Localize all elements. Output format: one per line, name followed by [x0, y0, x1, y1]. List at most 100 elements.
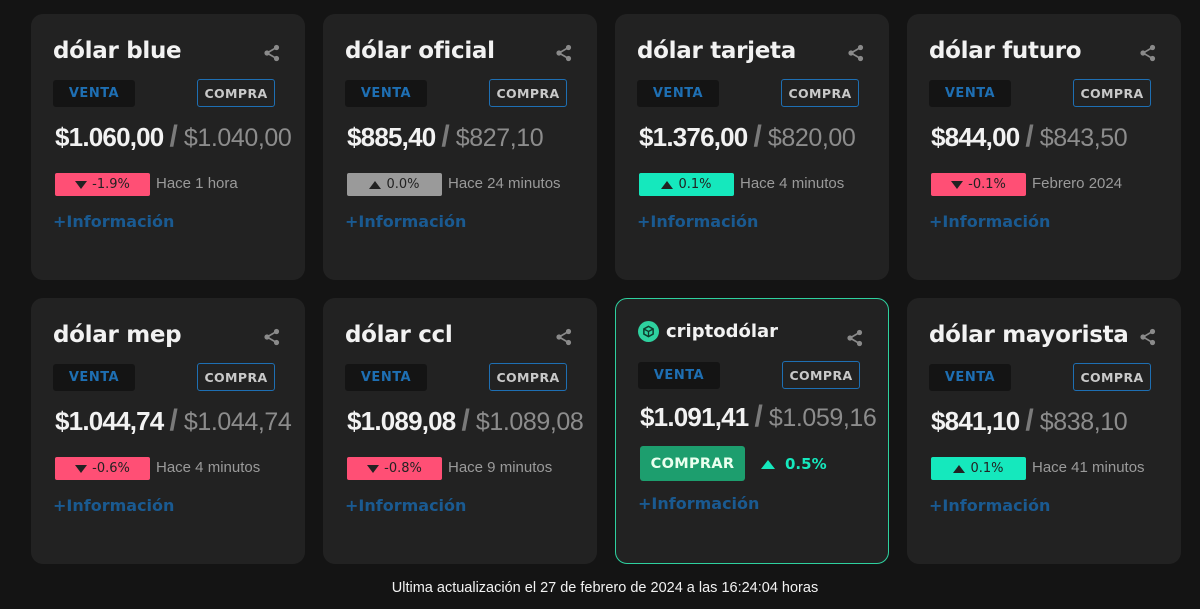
card-title-text: criptodólar — [666, 321, 779, 342]
compra-price: $1.040,00 — [183, 124, 292, 152]
venta-price: $1.091,41 — [640, 402, 749, 432]
venta-button[interactable]: VENTA — [53, 364, 135, 391]
more-info-link[interactable]: +Información — [638, 494, 759, 513]
compra-price: $827,10 — [455, 124, 544, 152]
venta-price: $1.089,08 — [347, 406, 456, 436]
more-info-link[interactable]: +Información — [53, 212, 174, 231]
card-dolar-tarjeta: dólar tarjeta VENTA COMPRA $1.376,00/$82… — [615, 14, 889, 280]
share-icon[interactable] — [846, 329, 864, 347]
share-icon[interactable] — [1139, 328, 1157, 346]
update-time: Hace 24 minutos — [448, 175, 561, 192]
compra-button[interactable]: COMPRA — [1073, 363, 1151, 391]
cube-icon — [638, 321, 659, 342]
share-icon[interactable] — [1139, 44, 1157, 62]
card-title: dólar oficial — [345, 38, 495, 64]
card-dolar-futuro: dólar futuro VENTA COMPRA $844,00/$843,5… — [907, 14, 1181, 280]
compra-button[interactable]: COMPRA — [489, 79, 567, 107]
card-title: dólar ccl — [345, 322, 453, 348]
card-title: dólar mep — [53, 322, 182, 348]
comprar-button[interactable]: COMPRAR — [640, 446, 745, 481]
venta-button[interactable]: VENTA — [345, 80, 427, 107]
venta-price: $885,40 — [347, 122, 436, 152]
compra-button[interactable]: COMPRA — [1073, 79, 1151, 107]
change-badge: -1.9% — [55, 173, 150, 196]
more-info-link[interactable]: +Información — [345, 496, 466, 515]
venta-button[interactable]: VENTA — [637, 80, 719, 107]
card-title: dólar tarjeta — [637, 38, 796, 64]
card-dolar-blue: dólar blue VENTA COMPRA $1.060,00/$1.040… — [31, 14, 305, 280]
card-criptodolar: criptodólar VENTA COMPRA $1.091,41/$1.05… — [615, 298, 889, 564]
update-time: Hace 41 minutos — [1032, 459, 1145, 476]
compra-button[interactable]: COMPRA — [197, 363, 275, 391]
venta-button[interactable]: VENTA — [345, 364, 427, 391]
more-info-link[interactable]: +Información — [929, 212, 1050, 231]
price-separator: / — [441, 120, 450, 153]
change-value: -0.6% — [92, 461, 130, 476]
compra-price: $838,10 — [1039, 408, 1128, 436]
compra-button[interactable]: COMPRA — [489, 363, 567, 391]
venta-button[interactable]: VENTA — [929, 364, 1011, 391]
change-badge: -0.8% — [347, 457, 442, 480]
card-title: dólar blue — [53, 38, 182, 64]
compra-price: $820,00 — [767, 124, 856, 152]
arrow-down-icon — [75, 180, 88, 189]
price-separator: / — [753, 120, 762, 153]
change-badge: -0.1% — [931, 173, 1026, 196]
venta-price: $844,00 — [931, 122, 1020, 152]
venta-price: $1.060,00 — [55, 122, 164, 152]
change-value: 0.1% — [678, 177, 712, 192]
venta-button[interactable]: VENTA — [638, 362, 720, 389]
share-icon[interactable] — [263, 328, 281, 346]
price-separator: / — [754, 400, 763, 433]
card-dolar-mep: dólar mep VENTA COMPRA $1.044,74/$1.044,… — [31, 298, 305, 564]
venta-price: $1.376,00 — [639, 122, 748, 152]
change-value: 0.5% — [785, 455, 827, 473]
compra-price: $843,50 — [1039, 124, 1128, 152]
change-badge: 0.0% — [347, 173, 442, 196]
arrow-down-icon — [367, 464, 380, 473]
compra-price: $1.059,16 — [768, 404, 877, 432]
card-title: criptodólar — [638, 321, 778, 342]
more-info-link[interactable]: +Información — [637, 212, 758, 231]
last-update-text: Ultima actualización el 27 de febrero de… — [391, 580, 819, 596]
change-badge: -0.6% — [55, 457, 150, 480]
share-icon[interactable] — [555, 328, 573, 346]
price-separator: / — [169, 404, 178, 437]
compra-button[interactable]: COMPRA — [782, 361, 860, 389]
arrow-up-icon — [761, 459, 775, 469]
card-dolar-oficial: dólar oficial VENTA COMPRA $885,40/$827,… — [323, 14, 597, 280]
more-info-link[interactable]: +Información — [929, 496, 1050, 515]
price-separator: / — [461, 404, 470, 437]
price-row: $885,40/$827,10 — [347, 120, 544, 154]
price-separator: / — [1025, 120, 1034, 153]
arrow-up-icon — [661, 180, 674, 189]
change-value: 0.0% — [386, 177, 420, 192]
arrow-up-icon — [953, 464, 966, 473]
price-row: $1.091,41/$1.059,16 — [640, 400, 877, 434]
compra-button[interactable]: COMPRA — [197, 79, 275, 107]
update-time: Hace 9 minutos — [448, 459, 553, 476]
change-indicator: 0.5% — [761, 455, 827, 473]
arrow-down-icon — [75, 464, 88, 473]
price-row: $844,00/$843,50 — [931, 120, 1128, 154]
venta-button[interactable]: VENTA — [53, 80, 135, 107]
compra-button[interactable]: COMPRA — [781, 79, 859, 107]
change-value: -1.9% — [92, 177, 130, 192]
compra-price: $1.044,74 — [183, 408, 292, 436]
update-time: Hace 4 minutos — [156, 459, 261, 476]
more-info-link[interactable]: +Información — [345, 212, 466, 231]
change-badge: 0.1% — [931, 457, 1026, 480]
more-info-link[interactable]: +Información — [53, 496, 174, 515]
share-icon[interactable] — [263, 44, 281, 62]
venta-button[interactable]: VENTA — [929, 80, 1011, 107]
price-row: $1.044,74/$1.044,74 — [55, 404, 292, 438]
share-icon[interactable] — [847, 44, 865, 62]
price-separator: / — [1025, 404, 1034, 437]
update-time: Hace 1 hora — [156, 175, 238, 192]
venta-price: $1.044,74 — [55, 406, 164, 436]
share-icon[interactable] — [555, 44, 573, 62]
card-title: dólar futuro — [929, 38, 1082, 64]
arrow-down-icon — [951, 180, 964, 189]
change-value: -0.8% — [384, 461, 422, 476]
change-value: 0.1% — [970, 461, 1004, 476]
